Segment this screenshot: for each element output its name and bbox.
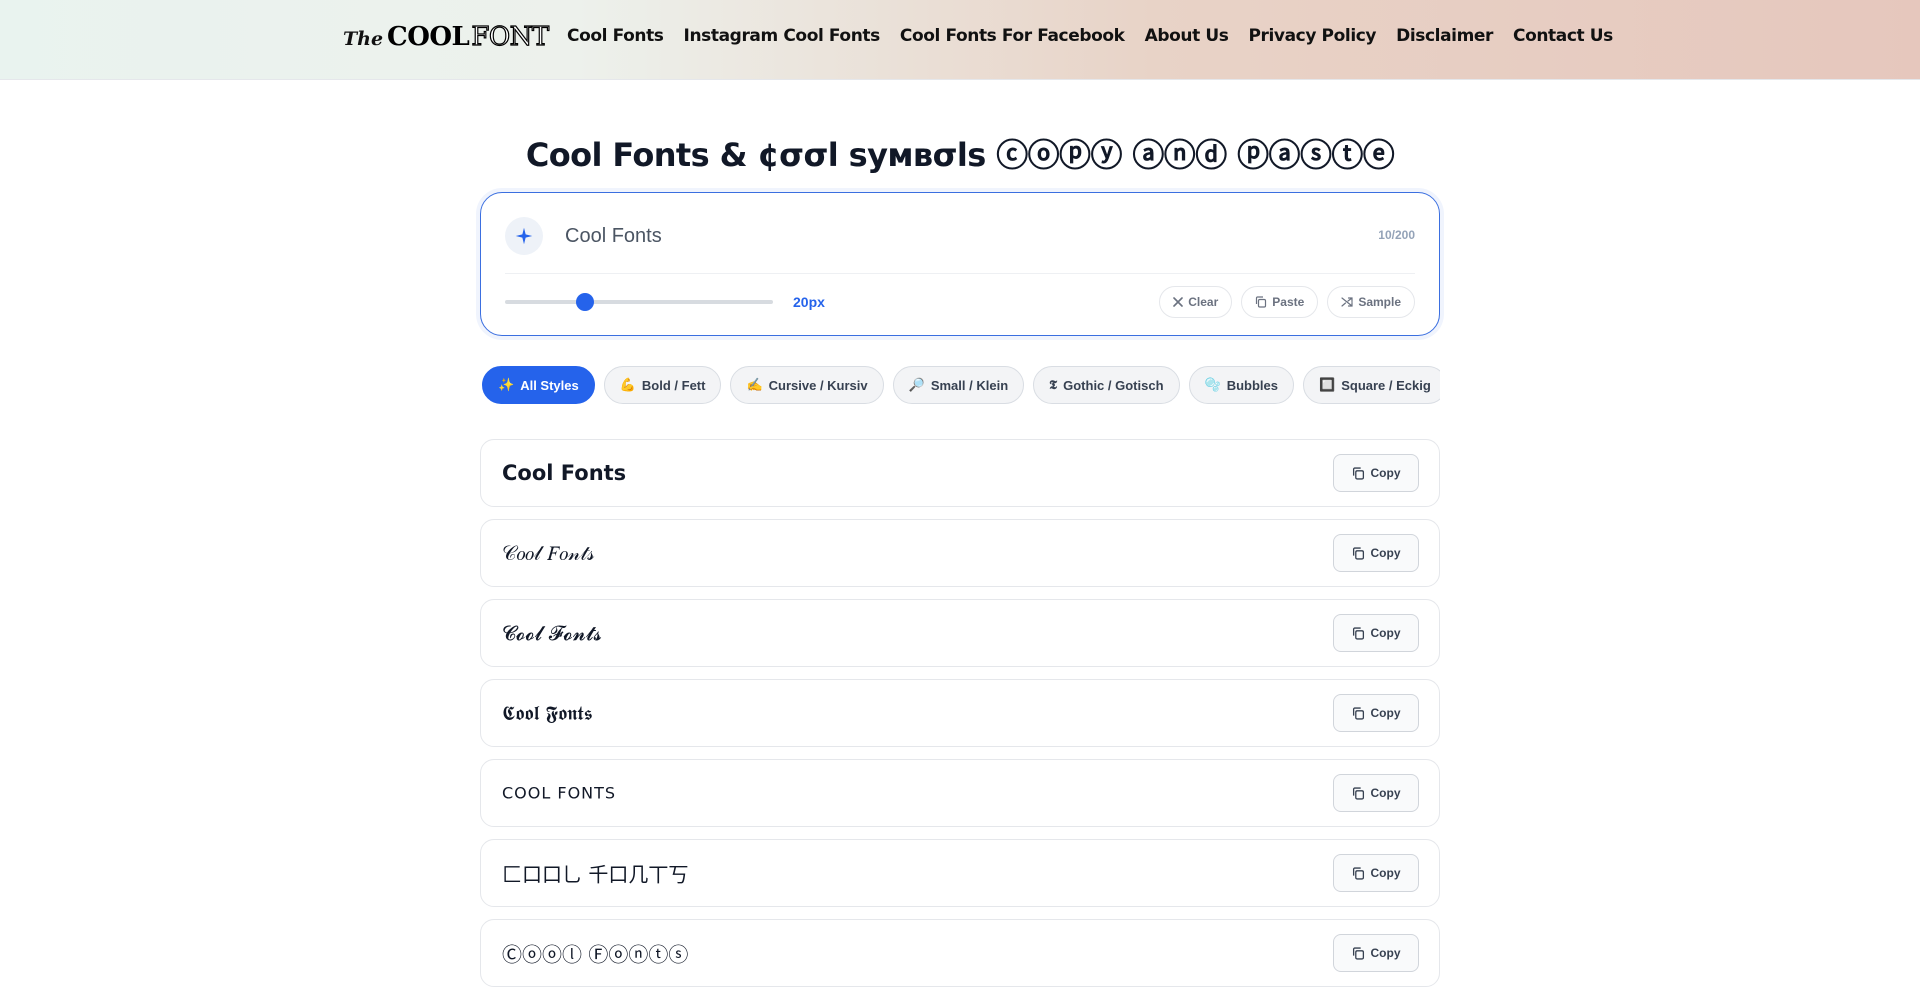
paste-button-label: Paste <box>1272 295 1305 309</box>
sparkles-icon: ✨ <box>498 377 515 392</box>
close-icon <box>1173 297 1184 307</box>
clipboard-icon <box>1256 296 1267 308</box>
copy-button-label: Copy <box>1370 546 1401 560</box>
font-results-list: Cool Fonts Copy 𝒞𝑜𝑜𝓁 𝐹𝑜𝓃𝓉𝓈 Copy 𝓒𝓸𝓸𝓵 𝓕𝓸𝓷𝓽𝓼 Co… <box>480 439 1440 993</box>
style-filter-bar: ✨ All Styles 💪 Bold / Fett ✍️ Cursive / … <box>480 366 1440 408</box>
font-result-row: Ⓒⓞⓞⓛ Ⓕⓞⓝⓣⓢ Copy <box>480 919 1440 987</box>
copy-button-label: Copy <box>1370 946 1401 960</box>
copy-icon <box>1352 626 1364 640</box>
font-result-row: Cool Fonts Copy <box>480 439 1440 507</box>
filter-square[interactable]: 🔲 Square / Eckig <box>1303 366 1440 404</box>
card-divider <box>505 273 1415 274</box>
styled-text[interactable]: 𝓒𝓸𝓸𝓵 𝓕𝓸𝓷𝓽𝓼 <box>502 621 602 645</box>
copy-button[interactable]: Copy <box>1333 854 1419 892</box>
copy-button-label: Copy <box>1370 706 1401 720</box>
input-tools: Clear Paste Sample <box>1159 286 1415 318</box>
clear-button[interactable]: Clear <box>1159 286 1233 318</box>
flexed-biceps-icon: 💪 <box>619 377 636 392</box>
copy-button[interactable]: Copy <box>1333 694 1419 732</box>
filter-small[interactable]: 🔎 Small / Klein <box>892 366 1025 404</box>
filter-bubbles[interactable]: 🫧 Bubbles <box>1188 366 1295 404</box>
copy-button[interactable]: Copy <box>1333 774 1419 812</box>
filter-all-styles[interactable]: ✨ All Styles <box>482 366 595 404</box>
copy-button[interactable]: Copy <box>1333 934 1419 972</box>
styled-text[interactable]: Ⓒⓞⓞⓛ Ⓕⓞⓝⓣⓢ <box>502 939 688 968</box>
filter-bold[interactable]: 💪 Bold / Fett <box>603 366 722 404</box>
character-counter: 10/200 <box>1378 228 1415 242</box>
nav-cool-fonts[interactable]: Cool Fonts <box>567 26 664 46</box>
copy-icon <box>1352 786 1364 800</box>
nav-contact-us[interactable]: Contact Us <box>1513 26 1613 46</box>
sample-button-label: Sample <box>1358 295 1401 309</box>
font-result-row: 匚口口乚 千口几丅丂 Copy <box>480 839 1440 907</box>
copy-button-label: Copy <box>1370 866 1401 880</box>
filter-label: Cursive / Kursiv <box>768 377 868 393</box>
styled-text[interactable]: Cool Fonts <box>502 461 626 485</box>
filter-cursive[interactable]: ✍️ Cursive / Kursiv <box>730 366 884 404</box>
filter-label: All Styles <box>520 377 579 393</box>
writing-hand-icon: ✍️ <box>746 377 763 392</box>
copy-icon <box>1352 546 1364 560</box>
magnifier-icon: 🔎 <box>908 377 925 392</box>
copy-button-label: Copy <box>1370 466 1401 480</box>
text-input-card: 10/200 20px Clear Paste Sample <box>480 192 1440 336</box>
square-icon: 🔲 <box>1319 377 1336 392</box>
nav-cool-fonts-facebook[interactable]: Cool Fonts For Facebook <box>900 26 1125 46</box>
copy-icon <box>1352 466 1364 480</box>
copy-button[interactable]: Copy <box>1333 454 1419 492</box>
filter-label: Gothic / Gotisch <box>1063 377 1164 393</box>
shuffle-icon <box>1341 297 1353 307</box>
font-result-row: 𝒞𝑜𝑜𝓁 𝐹𝑜𝓃𝓉𝓈 Copy <box>480 519 1440 587</box>
font-size-slider-handle[interactable] <box>576 293 595 311</box>
styled-text[interactable]: 匚口口乚 千口几丅丂 <box>502 859 688 888</box>
font-result-row: COOL FONTS Copy <box>480 759 1440 827</box>
font-text-input[interactable] <box>565 219 1265 253</box>
filter-label: Bubbles <box>1226 377 1279 393</box>
filter-label: Square / Eckig <box>1341 377 1431 393</box>
copy-button[interactable]: Copy <box>1333 614 1419 652</box>
sample-button[interactable]: Sample <box>1327 286 1415 318</box>
nav-instagram-cool-fonts[interactable]: Instagram Cool Fonts <box>684 26 881 46</box>
sparkle-icon <box>505 217 543 255</box>
logo-outline-word: FONT <box>471 21 550 52</box>
copy-button-label: Copy <box>1370 786 1401 800</box>
styled-text[interactable]: COOL FONTS <box>502 784 616 803</box>
filter-label: Small / Klein <box>930 377 1009 393</box>
nav-privacy-policy[interactable]: Privacy Policy <box>1248 26 1376 46</box>
filter-gothic[interactable]: 𝕿 Gothic / Gotisch <box>1033 366 1180 404</box>
bubbles-icon: 🫧 <box>1204 377 1221 392</box>
copy-icon <box>1352 706 1364 720</box>
copy-icon <box>1352 866 1364 880</box>
copy-button[interactable]: Copy <box>1333 534 1419 572</box>
font-size-value: 20px <box>793 294 825 310</box>
nav-disclaimer[interactable]: Disclaimer <box>1396 26 1493 46</box>
filter-label: Bold / Fett <box>641 377 706 393</box>
font-size-slider-track[interactable] <box>505 300 773 304</box>
styled-text[interactable]: 𝒞𝑜𝑜𝓁 𝐹𝑜𝓃𝓉𝓈 <box>502 541 595 565</box>
logo-prefix: The <box>343 28 384 50</box>
copy-icon <box>1352 946 1364 960</box>
nav-about-us[interactable]: About Us <box>1145 26 1229 46</box>
font-result-row: 𝕮𝖔𝖔𝖑 𝕱𝖔𝖓𝖙𝖘 Copy <box>480 679 1440 747</box>
logo-bold-word: COOL <box>387 22 470 52</box>
styled-text[interactable]: 𝕮𝖔𝖔𝖑 𝕱𝖔𝖓𝖙𝖘 <box>502 701 593 725</box>
paste-button[interactable]: Paste <box>1241 286 1319 318</box>
site-logo[interactable]: The COOL FONT <box>343 21 550 54</box>
main-nav: Cool Fonts Instagram Cool Fonts Cool Fon… <box>567 26 1613 46</box>
gothic-letter-icon: 𝕿 <box>1049 377 1058 392</box>
font-result-row: 𝓒𝓸𝓸𝓵 𝓕𝓸𝓷𝓽𝓼 Copy <box>480 599 1440 667</box>
copy-button-label: Copy <box>1370 626 1401 640</box>
page-title: Cool Fonts & ¢σσl ѕумвσls ⓒⓞⓟⓨ ⓐⓝⓓ ⓟⓐⓢⓣⓔ <box>525 136 1395 174</box>
site-header: The COOL FONT Cool Fonts Instagram Cool … <box>0 0 1920 80</box>
clear-button-label: Clear <box>1188 295 1219 309</box>
